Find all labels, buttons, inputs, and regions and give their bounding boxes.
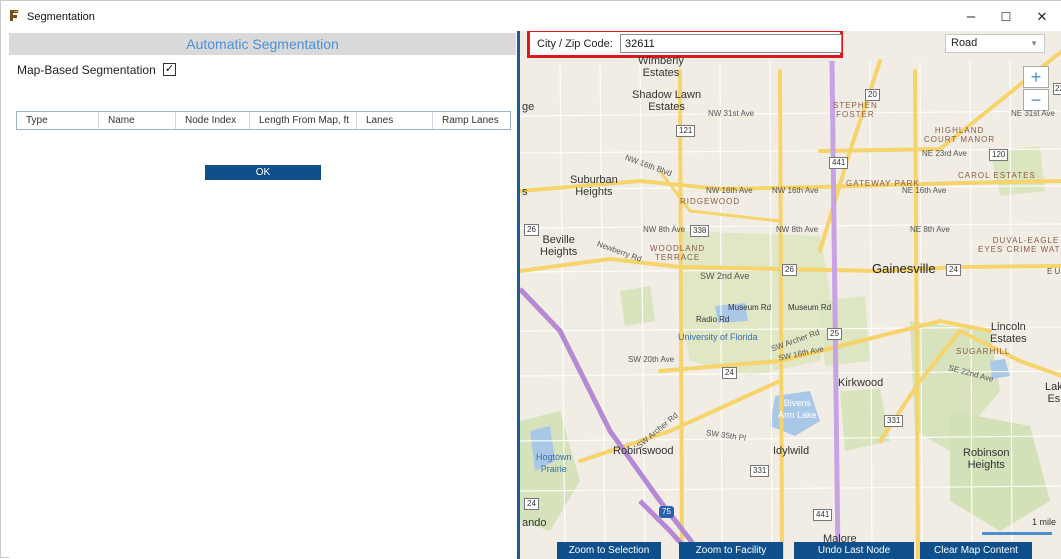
- maximize-button[interactable]: ☐: [989, 5, 1023, 29]
- road-shield-441-north: 441: [829, 157, 849, 169]
- map-label-suburban-heights: Suburban Heights: [570, 174, 618, 198]
- map-area-ridgewood: RIDGEWOOD: [680, 197, 741, 206]
- undo-last-node-button[interactable]: Undo Last Node: [794, 542, 914, 559]
- street-nw-16th-ave-1: NW 16th Ave: [706, 186, 753, 195]
- zoom-in-button[interactable]: +: [1023, 66, 1049, 88]
- column-header-name[interactable]: Name: [99, 112, 176, 129]
- map-label-university-of-florida: University of Florida: [678, 332, 758, 342]
- map-label-beville-heights: Beville Heights: [540, 234, 578, 258]
- street-ne-8th-ave: NE 8th Ave: [910, 225, 950, 234]
- map-label-idylwild: Idylwild: [773, 445, 810, 457]
- road-shield-121: 121: [676, 125, 696, 137]
- map-label-lincoln-estates: Lincoln Estates: [990, 321, 1027, 345]
- street-sw-20th-ave: SW 20th Ave: [628, 355, 675, 364]
- street-nw-31st-ave: NW 31st Ave: [708, 109, 755, 118]
- clear-map-content-button[interactable]: Clear Map Content: [920, 542, 1032, 559]
- road-shield-26-center: 26: [782, 264, 797, 276]
- map-area-woodland-terrace: WOODLAND TERRACE: [650, 244, 706, 262]
- map-label-radio-rd: Radio Rd: [696, 315, 730, 324]
- column-header-ramp-lanes[interactable]: Ramp Lanes: [433, 112, 510, 129]
- city-zip-input[interactable]: [620, 34, 842, 53]
- road-shield-22: 22: [1053, 83, 1061, 95]
- minimize-button[interactable]: –: [954, 5, 988, 29]
- street-nw-8th-ave-1: NW 8th Ave: [643, 225, 686, 234]
- map-area-carol-estates: CAROL ESTATES: [958, 171, 1036, 180]
- segments-grid-header: Type Name Node Index Length From Map, ft…: [16, 111, 511, 130]
- window-title: Segmentation: [27, 11, 95, 23]
- map-view[interactable]: City / Zip Code: Road ▼ + − Wimberly Est…: [520, 31, 1061, 559]
- map-area-duval-eagle-eyes: DUVAL-EAGLE EYES CRIME WATCH: [978, 236, 1061, 254]
- street-ne-31st-ave: NE 31st Ave: [1011, 109, 1055, 118]
- map-label-gainesville: Gainesville: [872, 261, 936, 276]
- map-area-stephen-foster: STEPHEN FOSTER: [833, 101, 878, 119]
- road-shield-24-southwest: 24: [524, 498, 539, 510]
- map-label-wimberly: Wimberly Estates: [638, 55, 684, 79]
- column-header-type[interactable]: Type: [17, 112, 99, 129]
- street-ne-23rd-ave: NE 23rd Ave: [922, 149, 967, 158]
- map-style-value: Road: [951, 37, 978, 49]
- segmentation-window: Segmentation – ☐ ✕ Automatic Segmentatio…: [0, 0, 1061, 559]
- map-area-sugarhill: SUGARHILL: [956, 347, 1011, 356]
- map-label-hogtown-prairie: Hogtown Prairie: [536, 452, 572, 474]
- map-canvas: [520, 31, 1061, 559]
- map-label-lake: Lak Es: [1045, 381, 1061, 405]
- road-shield-25: 25: [827, 328, 842, 340]
- column-header-lanes[interactable]: Lanes: [357, 112, 433, 129]
- road-shield-338: 338: [690, 225, 710, 237]
- map-based-segmentation-checkbox[interactable]: ✓: [163, 63, 176, 76]
- map-scale-label: 1 mile: [1032, 517, 1057, 527]
- ok-button[interactable]: OK: [205, 165, 321, 180]
- map-based-segmentation-label: Map-Based Segmentation: [17, 63, 156, 77]
- map-label-ge: ge: [522, 101, 535, 113]
- road-shield-20: 20: [865, 89, 880, 101]
- road-shield-441-south: 441: [813, 509, 833, 521]
- map-label-ando: ando: [522, 517, 547, 529]
- segmentation-panel: Automatic Segmentation Map-Based Segment…: [9, 33, 516, 559]
- street-nw-8th-ave-2: NW 8th Ave: [776, 225, 819, 234]
- street-e-u: E U: [1047, 267, 1061, 276]
- street-nw-16th-ave-2: NW 16th Ave: [772, 186, 819, 195]
- title-bar: Segmentation – ☐ ✕: [1, 1, 1061, 31]
- interstate-75-shield-icon: 75: [659, 506, 674, 518]
- app-logo-icon: [10, 10, 19, 21]
- road-shield-26-west: 26: [524, 224, 539, 236]
- column-header-node-index[interactable]: Node Index: [176, 112, 250, 129]
- city-zip-search-box: City / Zip Code:: [527, 31, 843, 58]
- panel-header: Automatic Segmentation: [9, 33, 516, 55]
- city-zip-label: City / Zip Code:: [537, 38, 613, 50]
- zoom-to-selection-button[interactable]: Zoom to Selection: [557, 542, 661, 559]
- map-label-museum-rd-1: Museum Rd: [728, 303, 772, 312]
- map-label-bivens-arm-lake: Bivens Arm Lake: [778, 398, 817, 420]
- map-label-kirkwood: Kirkwood: [838, 377, 884, 389]
- map-style-select[interactable]: Road ▼: [945, 34, 1045, 53]
- road-shield-120: 120: [989, 149, 1009, 161]
- road-shield-24-east: 24: [946, 264, 961, 276]
- road-shield-24-south: 24: [722, 367, 737, 379]
- column-header-length[interactable]: Length From Map, ft: [250, 112, 357, 129]
- map-area-highland-court-manor: HIGHLAND COURT MANOR: [924, 126, 996, 144]
- map-label-s: s: [522, 186, 528, 198]
- street-ne-16th-ave: NE 16th Ave: [902, 186, 947, 195]
- zoom-to-facility-button[interactable]: Zoom to Facility: [679, 542, 783, 559]
- map-label-museum-rd-2: Museum Rd: [788, 303, 832, 312]
- street-sw-2nd-ave: SW 2nd Ave: [700, 271, 750, 281]
- road-shield-331-east: 331: [884, 415, 904, 427]
- road-shield-331-south: 331: [750, 465, 770, 477]
- map-scale-bar: [982, 532, 1052, 535]
- zoom-out-button[interactable]: −: [1023, 89, 1049, 111]
- map-label-robinson-heights: Robinson Heights: [963, 447, 1010, 471]
- chevron-down-icon: ▼: [1030, 39, 1038, 48]
- close-button[interactable]: ✕: [1025, 5, 1059, 29]
- map-label-shadow-lawn: Shadow Lawn Estates: [632, 89, 702, 113]
